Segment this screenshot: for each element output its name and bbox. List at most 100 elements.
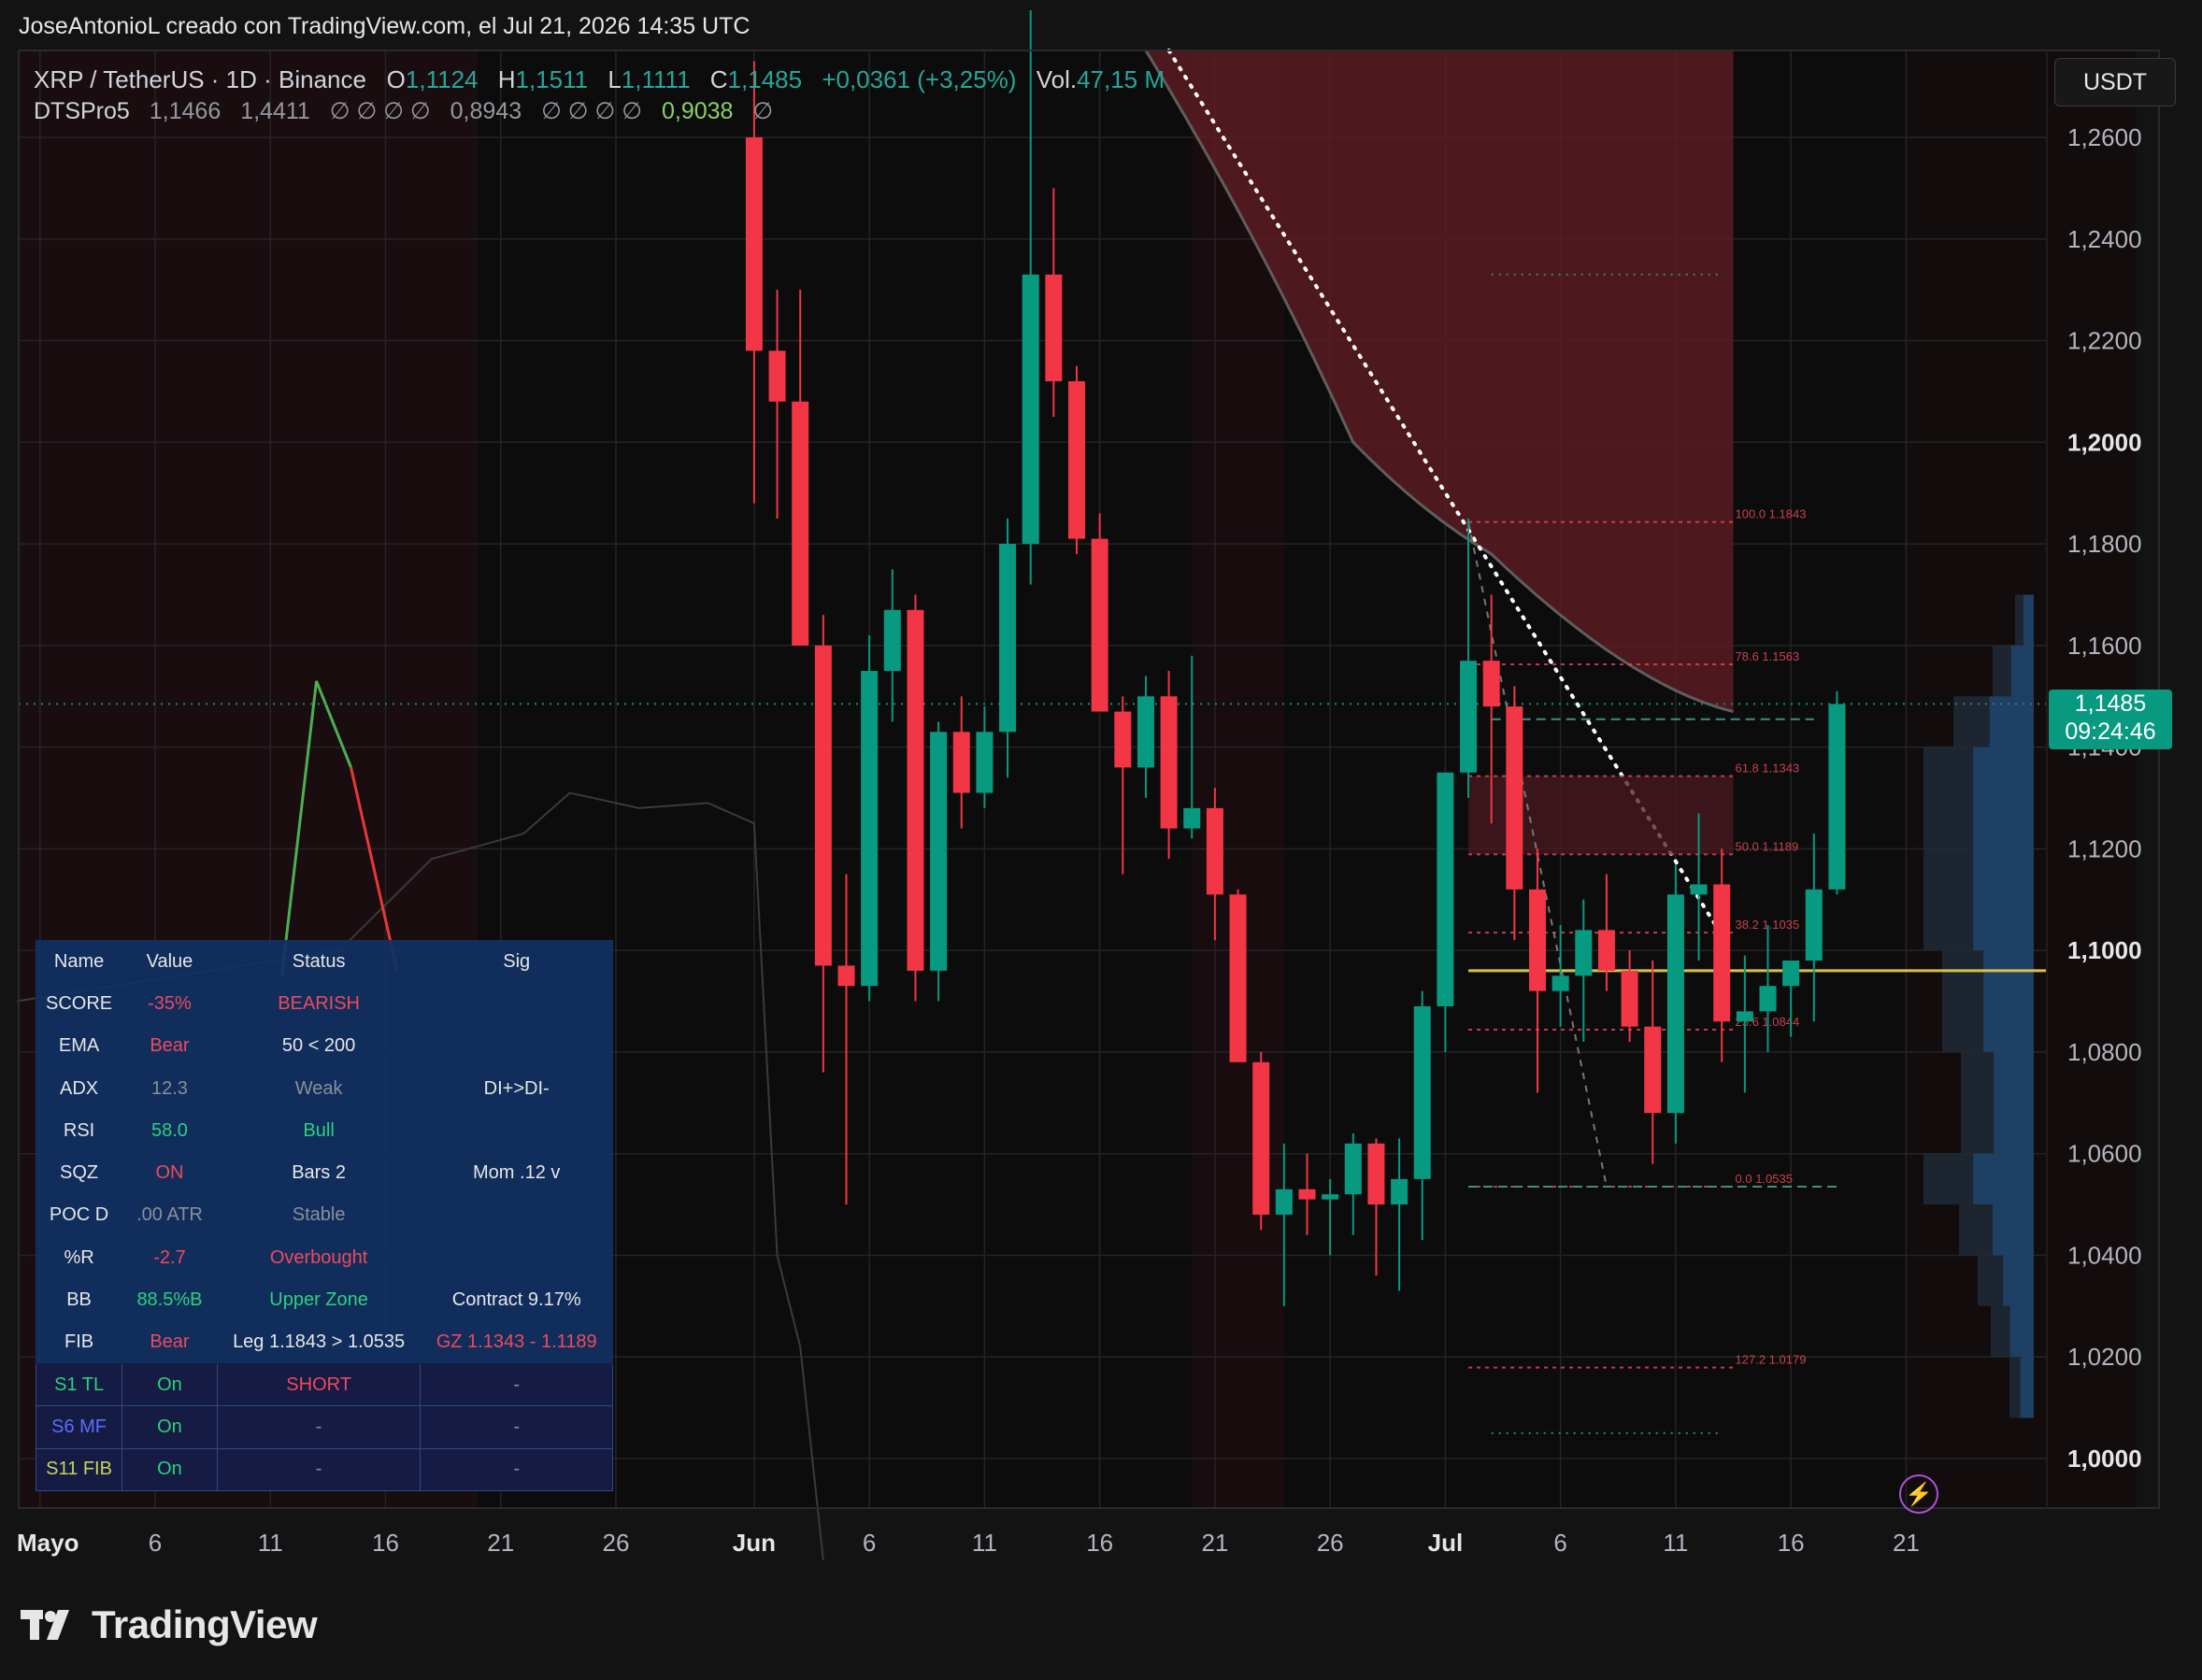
table-cell: 58.0 — [151, 1119, 188, 1141]
x-tick-label: Jul — [1428, 1529, 1464, 1557]
candle-body — [792, 401, 809, 646]
profile-bar-value — [2020, 1357, 2034, 1418]
candle-body — [1644, 1026, 1662, 1114]
candle-body — [1482, 661, 1500, 707]
profile-bar-value — [1973, 747, 2034, 849]
table-cell: Stable — [292, 1204, 346, 1226]
y-tick-label: 1,0600 — [2067, 1140, 2142, 1168]
table-row: FIB Bear Leg 1.1843 > 1.0535 GZ 1.1343 - 1.… — [36, 1321, 613, 1363]
profile-bar-value — [2023, 594, 2034, 646]
table-cell: 50 < 200 — [281, 1035, 356, 1057]
table-header-cell: Sig — [503, 950, 531, 972]
candle-body — [768, 350, 786, 402]
table-cell — [421, 1110, 613, 1152]
candle-body — [1666, 894, 1684, 1114]
fib-label: 50.0 1.1189 — [1736, 839, 1799, 853]
table-cell: - — [420, 1362, 613, 1407]
indicator-na-1: ∅ ∅ ∅ ∅ — [329, 98, 431, 124]
table-cell: Bull — [303, 1119, 335, 1141]
table-row: %R -2.7 Overbought — [36, 1237, 613, 1279]
candle-body — [1690, 884, 1708, 895]
brand-name: TradingView — [92, 1602, 318, 1646]
table-cell: Weak — [294, 1077, 343, 1099]
candle-body — [1828, 704, 1846, 890]
indicator-na-3: ∅ — [752, 98, 774, 124]
indicator-value-3: 0,8943 — [450, 98, 522, 124]
table-cell: Overbought — [269, 1246, 368, 1268]
tradingview-logo[interactable]: TradingView — [21, 1602, 318, 1648]
candle-body — [1206, 807, 1223, 895]
candle-body — [814, 645, 832, 966]
x-tick-label: Jun — [733, 1529, 776, 1557]
candle-body — [861, 671, 879, 987]
table-row: S11 FIB On - - — [35, 1447, 613, 1491]
indicator-table: Name Value Status Sig SCORE -35% BEARISH EMA Bea… — [35, 940, 613, 1491]
candle-body — [1460, 661, 1478, 773]
indicator-value-2: 1,4411 — [240, 98, 310, 124]
table-cell: - — [420, 1447, 613, 1491]
candle-body — [1275, 1189, 1293, 1215]
y-tick-label: 1,2200 — [2067, 327, 2142, 355]
indicator-na-2: ∅ ∅ ∅ ∅ — [541, 98, 643, 124]
y-tick-label: 1,0000 — [2067, 1445, 2142, 1473]
close-value: 1,1485 — [727, 65, 803, 93]
table-cell: 88.5%B — [136, 1289, 203, 1311]
candle-body — [1413, 1005, 1431, 1179]
candle-body — [1597, 930, 1615, 971]
table-cell: -35% — [148, 992, 192, 1014]
table-row: BB 88.5%B Upper Zone Contract 9.17% — [36, 1279, 613, 1321]
x-tick-label: 16 — [1086, 1529, 1113, 1557]
last-price: 1,1485 — [2074, 691, 2147, 717]
volume-label: Vol. — [1036, 65, 1078, 93]
table-header-cell: Status — [292, 950, 346, 972]
profile-bar-value — [2003, 1255, 2034, 1306]
candle-body — [1713, 884, 1731, 1022]
profile-bar-value — [1993, 1204, 2034, 1256]
table-cell: - — [420, 1405, 613, 1449]
table-cell: - — [216, 1447, 422, 1491]
y-tick-label: 1,2600 — [2067, 123, 2142, 151]
currency-button[interactable]: USDT — [2054, 58, 2176, 107]
x-tick-label: 11 — [972, 1529, 997, 1557]
candle-body — [1344, 1143, 1362, 1195]
x-axis: Mayo 6 11 16 21 26 Jun 6 11 16 21 26 Jul 6 11 16 21 — [17, 1529, 1920, 1557]
profile-bar-value — [2010, 645, 2034, 697]
y-tick-label: 1,1800 — [2067, 530, 2142, 558]
candle-body — [1391, 1178, 1408, 1205]
table-cell: ADX — [60, 1077, 99, 1099]
table-header-cell: Name — [53, 950, 105, 972]
table-header-cell: Value — [146, 950, 193, 972]
indicator-legend[interactable]: DTSPro5 1,1466 1,4411 ∅ ∅ ∅ ∅ 0,8943 ∅ ∅… — [34, 97, 773, 125]
x-tick-label: 11 — [1663, 1529, 1688, 1557]
chart-attribution: JoseAntonioL creado con TradingView.com,… — [19, 13, 751, 39]
flash-icon[interactable]: ⚡ — [1899, 1474, 1938, 1514]
candle-body — [1437, 772, 1454, 1006]
candle-body — [976, 732, 994, 793]
y-tick-label: 1,0800 — [2067, 1038, 2142, 1066]
table-header: Name Value Status Sig — [36, 941, 613, 983]
profile-bar-value — [1973, 1153, 2034, 1205]
high-label: H — [497, 65, 516, 93]
y-tick-label: 1,1600 — [2067, 632, 2142, 660]
table-cell: Bear — [150, 1331, 190, 1353]
low-label: L — [608, 65, 622, 93]
fib-label: 0.0 1.0535 — [1736, 1172, 1793, 1186]
candle-body — [1805, 889, 1823, 961]
table-cell: POC D — [49, 1204, 109, 1226]
candle-body — [745, 137, 763, 351]
close-label: C — [709, 65, 728, 93]
candle-body — [1091, 538, 1108, 712]
table-cell: On — [122, 1362, 218, 1407]
candle-body — [1621, 970, 1638, 1027]
candle-body — [1183, 807, 1201, 829]
table-cell — [421, 983, 613, 1025]
table-cell: On — [122, 1447, 218, 1491]
symbol-name[interactable]: XRP / TetherUS · 1D · Binance — [34, 65, 366, 93]
fib-label: 61.8 1.1343 — [1736, 762, 1800, 776]
x-tick-label: 6 — [149, 1529, 162, 1557]
x-tick-label: 11 — [258, 1529, 283, 1557]
indicator-name[interactable]: DTSPro5 — [34, 98, 130, 124]
table-row: S1 TL On SHORT - — [35, 1362, 613, 1407]
symbol-legend[interactable]: XRP / TetherUS · 1D · Binance O1,1124 H1… — [34, 65, 1165, 94]
table-cell — [421, 1194, 613, 1236]
